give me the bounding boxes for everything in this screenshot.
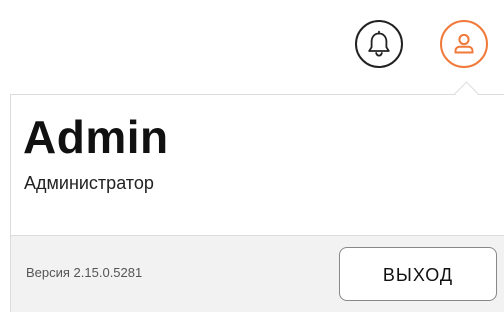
- user-role: Администратор: [24, 173, 154, 193]
- user-name: Admin: [23, 111, 169, 163]
- user-icon: [454, 33, 474, 54]
- bell-icon: [368, 30, 390, 57]
- notifications-button[interactable]: [355, 20, 403, 68]
- logout-button[interactable]: ВЫХОД: [339, 247, 497, 301]
- user-menu-footer: Версия 2.15.0.5281 ВЫХОД: [11, 235, 504, 312]
- app-stage: Admin Администратор Версия 2.15.0.5281 В…: [0, 0, 504, 312]
- user-menu-popup: Admin Администратор Версия 2.15.0.5281 В…: [10, 94, 504, 312]
- profile-button[interactable]: [440, 20, 488, 68]
- version-label: Версия 2.15.0.5281: [26, 265, 143, 280]
